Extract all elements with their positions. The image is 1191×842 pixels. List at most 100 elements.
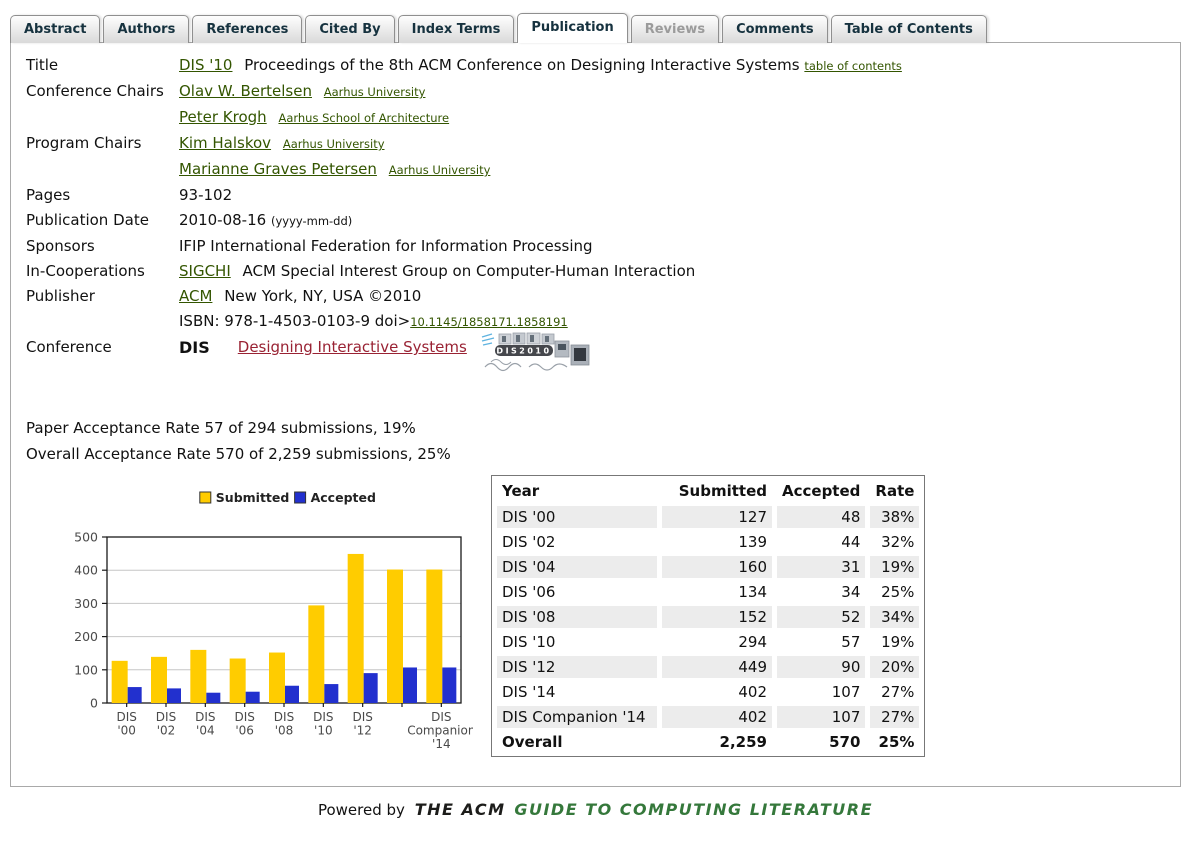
sigchi-link[interactable]: SIGCHI <box>179 262 231 280</box>
sponsors-row: Sponsors IFIP International Federation f… <box>26 234 1180 259</box>
tab-table-of-contents[interactable]: Table of Contents <box>831 15 987 43</box>
svg-text:0: 0 <box>90 696 98 711</box>
cell-accepted: 31 <box>777 556 865 578</box>
tab-cited-by[interactable]: Cited By <box>305 15 394 43</box>
cell-year: DIS '10 <box>497 631 657 653</box>
svg-text:Submitted: Submitted <box>216 490 290 505</box>
col-header-rate: Rate <box>870 479 919 503</box>
table-row: DIS '1440210727% <box>497 681 919 703</box>
publisher-text: New York, NY, USA ©2010 <box>224 287 421 305</box>
affiliation-link[interactable]: Aarhus University <box>283 137 385 151</box>
doi-link[interactable]: 10.1145/1858171.1858191 <box>410 315 568 329</box>
table-row: DIS '061343425% <box>497 581 919 603</box>
cell-year: DIS '02 <box>497 531 657 553</box>
cell-year: DIS '14 <box>497 681 657 703</box>
table-row: DIS '001274838% <box>497 506 919 528</box>
publication-date-label: Publication Date <box>26 208 179 234</box>
pages-label: Pages <box>26 183 179 208</box>
table-of-contents-link[interactable]: table of contents <box>804 59 902 73</box>
svg-text:'08: '08 <box>275 724 294 738</box>
svg-text:Companion: Companion <box>407 724 473 738</box>
svg-text:'02: '02 <box>157 724 176 738</box>
conference-chairs-label: Conference Chairs <box>26 79 179 131</box>
affiliation-link[interactable]: Aarhus School of Architecture <box>278 111 449 125</box>
cell-rate: 25% <box>870 731 919 753</box>
tab-publication[interactable]: Publication <box>517 13 627 43</box>
cell-submitted: 449 <box>662 656 772 678</box>
cell-rate: 38% <box>870 506 919 528</box>
col-header-submitted: Submitted <box>662 479 772 503</box>
author-link[interactable]: Marianne Graves Petersen <box>179 160 377 178</box>
table-row: DIS '021394432% <box>497 531 919 553</box>
program-chairs-label: Program Chairs <box>26 131 179 183</box>
svg-text:DIS: DIS <box>431 710 451 724</box>
cell-submitted: 402 <box>662 681 772 703</box>
svg-text:DIS: DIS <box>195 710 215 724</box>
cell-rate: 27% <box>870 681 919 703</box>
svg-text:'06: '06 <box>235 724 254 738</box>
acceptance-table: YearSubmittedAcceptedRateDIS '001274838%… <box>491 475 925 757</box>
in-cooperations-text: ACM Special Interest Group on Computer-H… <box>243 262 696 280</box>
cell-rate: 20% <box>870 656 919 678</box>
svg-text:DIS: DIS <box>116 710 136 724</box>
tab-comments[interactable]: Comments <box>722 15 828 43</box>
conference-series-link[interactable]: Designing Interactive Systems <box>238 335 467 360</box>
title-text: Proceedings of the 8th ACM Conference on… <box>244 56 799 74</box>
pages-value: 93-102 <box>179 183 1180 208</box>
cell-rate: 34% <box>870 606 919 628</box>
cell-accepted: 48 <box>777 506 865 528</box>
svg-text:DIS: DIS <box>234 710 254 724</box>
tab-abstract[interactable]: Abstract <box>10 15 100 43</box>
svg-text:DIS: DIS <box>313 710 333 724</box>
acm-brand-text: THE ACM <box>415 800 506 819</box>
cell-submitted: 402 <box>662 706 772 728</box>
tab-index-terms[interactable]: Index Terms <box>398 15 515 43</box>
conference-logo: DIS2010 <box>479 331 591 373</box>
svg-text:300: 300 <box>74 596 98 611</box>
cell-accepted: 90 <box>777 656 865 678</box>
svg-text:200: 200 <box>74 629 98 644</box>
cell-accepted: 107 <box>777 681 865 703</box>
svg-text:DIS2010: DIS2010 <box>496 347 551 356</box>
tab-authors[interactable]: Authors <box>103 15 189 43</box>
cell-year: DIS '00 <box>497 506 657 528</box>
svg-text:100: 100 <box>74 662 98 677</box>
cell-year: DIS Companion '14 <box>497 706 657 728</box>
col-header-accepted: Accepted <box>777 479 865 503</box>
table-row: DIS '041603119% <box>497 556 919 578</box>
cell-submitted: 294 <box>662 631 772 653</box>
program-chairs-row: Program Chairs Kim Halskov Aarhus Univer… <box>26 131 1180 183</box>
author-link[interactable]: Kim Halskov <box>179 134 271 152</box>
cell-year: DIS '04 <box>497 556 657 578</box>
in-cooperations-label: In-Cooperations <box>26 259 179 284</box>
chair-line: Marianne Graves Petersen Aarhus Universi… <box>179 157 1180 183</box>
publication-date-row: Publication Date 2010-08-16 (yyyy-mm-dd) <box>26 208 1180 234</box>
table-row: DIS '081525234% <box>497 606 919 628</box>
cell-rate: 19% <box>870 631 919 653</box>
pages-row: Pages 93-102 <box>26 183 1180 208</box>
table-row: DIS '124499020% <box>497 656 919 678</box>
cell-submitted: 152 <box>662 606 772 628</box>
table-row: Overall2,25957025% <box>497 731 919 753</box>
in-cooperations-row: In-Cooperations SIGCHI ACM Special Inter… <box>26 259 1180 284</box>
svg-text:500: 500 <box>74 530 98 545</box>
cell-submitted: 127 <box>662 506 772 528</box>
powered-by-text: Powered by <box>318 801 405 819</box>
affiliation-link[interactable]: Aarhus University <box>389 163 491 177</box>
author-link[interactable]: Peter Krogh <box>179 108 267 126</box>
cell-accepted: 34 <box>777 581 865 603</box>
table-row: DIS '102945719% <box>497 631 919 653</box>
affiliation-link[interactable]: Aarhus University <box>324 85 426 99</box>
tab-references[interactable]: References <box>192 15 302 43</box>
acm-link[interactable]: ACM <box>179 287 212 305</box>
proceedings-link[interactable]: DIS '10 <box>179 56 232 74</box>
cell-rate: 27% <box>870 706 919 728</box>
publisher-row: Publisher ACM New York, NY, USA ©2010 IS… <box>26 284 1180 335</box>
author-link[interactable]: Olav W. Bertelsen <box>179 82 312 100</box>
cell-rate: 32% <box>870 531 919 553</box>
cell-accepted: 570 <box>777 731 865 753</box>
cell-submitted: 160 <box>662 556 772 578</box>
title-label: Title <box>26 53 179 79</box>
svg-text:DIS: DIS <box>274 710 294 724</box>
chair-line: Olav W. Bertelsen Aarhus University <box>179 79 1180 105</box>
